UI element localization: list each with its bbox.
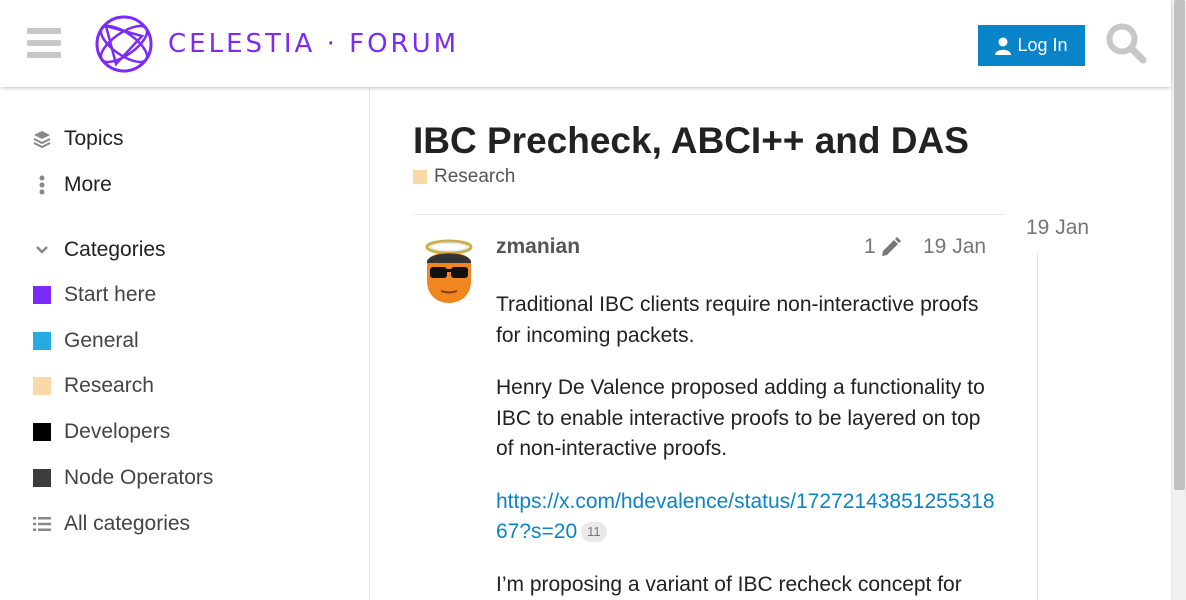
post-paragraph: I’m proposing a variant of IBC recheck c… <box>496 572 962 596</box>
sidebar-item-topics[interactable]: Topics <box>32 124 124 154</box>
category-color-swatch <box>33 423 51 441</box>
site-header: CELESTIA · FORUM Log In <box>0 0 1171 87</box>
sidebar-section-label: Categories <box>64 238 166 261</box>
site-logo[interactable]: CELESTIA · FORUM <box>94 14 459 74</box>
edit-count: 1 <box>864 235 876 258</box>
sidebar-item-label: Start here <box>64 283 157 306</box>
sidebar-item-label: All categories <box>64 512 191 535</box>
sidebar-item-general[interactable]: General <box>32 326 139 356</box>
category-color-swatch <box>413 170 427 184</box>
category-color-swatch <box>33 469 51 487</box>
sidebar: Topics More Categories Start here Genera… <box>0 87 370 600</box>
post-username[interactable]: zmanian <box>496 235 580 259</box>
user-icon <box>995 37 1012 55</box>
sidebar-item-label: Developers <box>64 420 171 443</box>
vertical-ellipsis-icon <box>32 175 52 195</box>
topic-category-badge[interactable]: Research <box>413 166 515 188</box>
post-link[interactable]: https://x.com/hdevalence/status/17272143… <box>496 490 995 544</box>
sidebar-item-label: Topics <box>64 127 124 150</box>
topic-title[interactable]: IBC Precheck, ABCI++ and DAS <box>413 120 969 162</box>
post-body: Traditional IBC clients require non-inte… <box>496 290 996 600</box>
timeline-date[interactable]: 19 Jan <box>1026 216 1089 240</box>
sidebar-item-start-here[interactable]: Start here <box>32 280 156 310</box>
sidebar-item-node-operators[interactable]: Node Operators <box>32 463 213 493</box>
pencil-icon <box>881 237 901 256</box>
link-click-count: 11 <box>581 522 607 543</box>
logo-text: CELESTIA · FORUM <box>168 29 460 59</box>
category-color-swatch <box>33 286 51 304</box>
chevron-down-icon <box>32 245 52 255</box>
category-color-swatch <box>33 332 51 350</box>
post-paragraph: Traditional IBC clients require non-inte… <box>496 293 979 347</box>
hamburger-menu-icon[interactable] <box>27 28 61 58</box>
topic-category-label: Research <box>434 166 516 187</box>
post-link-paragraph: https://x.com/hdevalence/status/17272143… <box>496 487 996 548</box>
sidebar-item-more[interactable]: More <box>32 170 112 200</box>
sidebar-item-all-categories[interactable]: All categories <box>32 509 190 539</box>
post-date[interactable]: 19 Jan <box>923 235 986 259</box>
scrollbar-thumb[interactable] <box>1174 0 1185 490</box>
sidebar-item-developers[interactable]: Developers <box>32 417 170 447</box>
sidebar-item-label: Research <box>64 374 154 397</box>
post-edit-history[interactable]: 1 <box>864 235 902 259</box>
scrollbar[interactable] <box>1171 0 1186 600</box>
celestia-logo-icon <box>95 15 153 73</box>
timeline-track[interactable] <box>1037 254 1038 600</box>
sidebar-item-label: Node Operators <box>64 466 214 489</box>
login-button[interactable]: Log In <box>978 25 1085 66</box>
sidebar-section-categories[interactable]: Categories <box>32 235 166 265</box>
search-icon[interactable] <box>1105 22 1147 64</box>
sidebar-item-label: More <box>64 173 112 196</box>
post-paragraph: Henry De Valence proposed adding a funct… <box>496 376 985 460</box>
avatar[interactable] <box>421 237 477 305</box>
category-color-swatch <box>33 377 51 395</box>
list-icon <box>32 516 52 532</box>
topic-divider <box>413 214 1004 215</box>
layers-icon <box>32 130 52 148</box>
sidebar-item-research[interactable]: Research <box>32 371 154 401</box>
sidebar-item-label: General <box>64 329 139 352</box>
login-label: Log In <box>1017 35 1068 55</box>
